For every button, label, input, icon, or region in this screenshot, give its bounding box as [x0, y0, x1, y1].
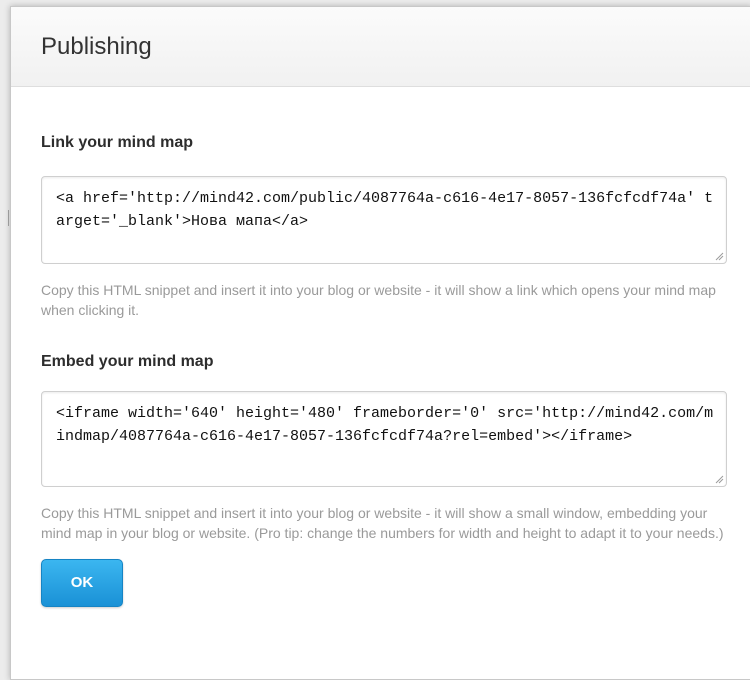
link-snippet-text: <a href='http://mind42.com/public/408776…	[56, 190, 714, 230]
resize-grip-icon[interactable]	[714, 251, 724, 261]
link-help-text: Copy this HTML snippet and insert it int…	[41, 282, 716, 318]
ok-button[interactable]: OK	[41, 559, 123, 607]
publishing-dialog: Publishing Link your mind map <a href='h…	[10, 6, 750, 680]
backdrop-edge	[8, 210, 9, 226]
dialog-body: Link your mind map <a href='http://mind4…	[11, 134, 750, 607]
embed-snippet-field[interactable]: <iframe width='640' height='480' framebo…	[41, 391, 727, 487]
link-snippet-field[interactable]: <a href='http://mind42.com/public/408776…	[41, 176, 727, 264]
dialog-header: Publishing	[11, 7, 750, 87]
embed-snippet-text: <iframe width='640' height='480' framebo…	[56, 405, 714, 445]
embed-section-heading: Embed your mind map	[41, 353, 214, 370]
embed-help-text: Copy this HTML snippet and insert it int…	[41, 505, 724, 541]
dialog-title: Publishing	[41, 33, 152, 60]
resize-grip-icon[interactable]	[714, 474, 724, 484]
link-section-heading: Link your mind map	[41, 134, 194, 151]
